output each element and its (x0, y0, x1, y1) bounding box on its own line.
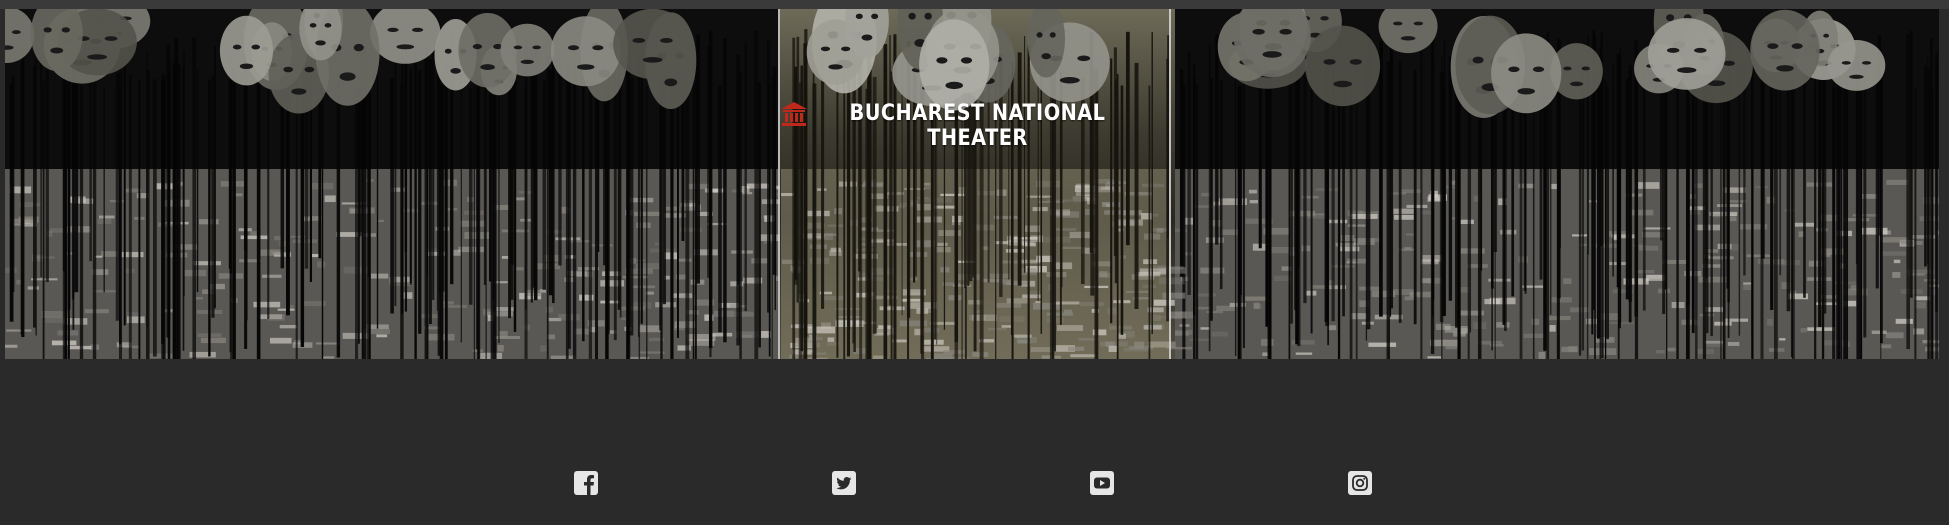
site-title: BUCHAREST NATIONAL THEATER (849, 101, 1106, 151)
twitter-link[interactable] (831, 470, 857, 496)
youtube-icon (1090, 471, 1114, 495)
social-links (0, 470, 1949, 504)
panel-divider-right (1169, 9, 1171, 359)
hero-center-image (781, 9, 1193, 359)
facebook-icon (574, 471, 598, 495)
site-logo-link[interactable]: BUCHAREST NATIONAL THEATER (780, 101, 1175, 151)
instagram-link[interactable] (1347, 470, 1373, 496)
instagram-icon (1348, 471, 1372, 495)
youtube-link[interactable] (1089, 470, 1115, 496)
hero-banner: BUCHAREST NATIONAL THEATER (5, 9, 1939, 359)
twitter-icon (832, 471, 856, 495)
panel-divider-left (778, 9, 780, 359)
top-strip (0, 0, 1949, 9)
facebook-link[interactable] (573, 470, 599, 496)
